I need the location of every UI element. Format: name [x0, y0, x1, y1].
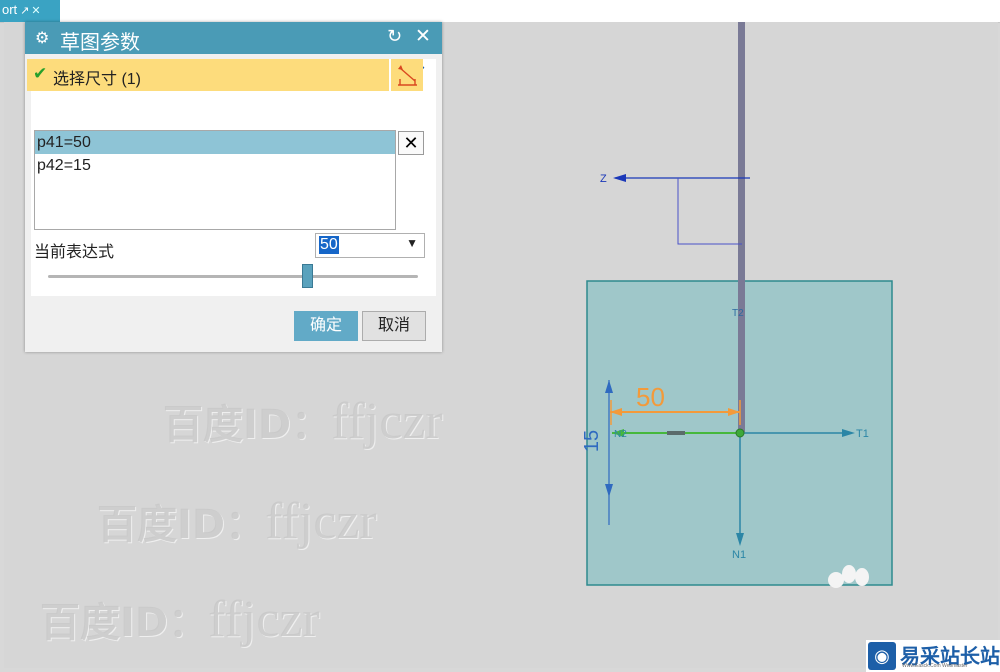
expression-value[interactable]: 50: [319, 236, 339, 254]
close-icon[interactable]: ✕: [415, 25, 431, 48]
value-slider-track[interactable]: [48, 275, 418, 278]
dimension-select-icon: [398, 65, 417, 86]
axis-n2-label: N2: [614, 429, 627, 440]
reset-icon[interactable]: ↻: [387, 26, 402, 47]
brand-logo: ◉ 易采站长站 Www.Easck.Com Webmaster: [866, 640, 1000, 672]
rod-profile[interactable]: [738, 22, 745, 432]
axis-t2-label: T2: [732, 308, 744, 319]
datum-frame: [677, 178, 742, 245]
dim-50-text[interactable]: 50: [636, 382, 665, 412]
dot-decoration: [842, 565, 856, 583]
select-dimension-button[interactable]: [391, 59, 423, 91]
axis-n1-label: N1: [732, 549, 746, 561]
select-dimension-label: 选择尺寸 (1): [53, 71, 142, 88]
dot-decoration: [855, 568, 869, 586]
ok-button[interactable]: 确定: [294, 311, 358, 341]
cancel-button[interactable]: 取消: [362, 311, 426, 341]
check-icon: ✔: [33, 64, 48, 83]
value-slider-thumb[interactable]: [301, 264, 313, 288]
remove-button[interactable]: ✕: [398, 131, 424, 155]
chevron-down-icon[interactable]: ▼: [406, 236, 418, 250]
origin-point[interactable]: [735, 428, 745, 438]
brand-mark-icon: ◉: [868, 642, 896, 670]
sketch-parameters-dialog: ⚙ 草图参数 ↻ ✕ 尺寸 ⌃ ✔ 选择尺寸 (1) p41=50 p42=15…: [25, 22, 442, 352]
dot-decoration: [828, 572, 844, 588]
dialog-title-bar[interactable]: ⚙ 草图参数 ↻ ✕: [25, 22, 442, 54]
list-item[interactable]: p41=50: [35, 131, 395, 154]
expression-select[interactable]: 50 ▼: [315, 233, 425, 258]
list-item[interactable]: p42=15: [35, 154, 395, 177]
select-dimension-row[interactable]: ✔ 选择尺寸 (1): [27, 59, 389, 91]
axis-t1-label: T1: [856, 428, 869, 440]
current-expression-label: 当前表达式: [34, 244, 115, 261]
dialog-title: 草图参数: [60, 32, 140, 54]
z-axis-arrow-icon: [613, 174, 626, 182]
brand-subtitle: Www.Easck.Com Webmaster: [902, 663, 968, 669]
midpoint-marker: [667, 431, 685, 435]
dimension-list: p41=50 p42=15: [34, 130, 396, 230]
dim-15-text[interactable]: 15: [581, 430, 603, 452]
axis-z-label: Z: [600, 173, 607, 185]
gear-icon: ⚙: [35, 30, 50, 47]
